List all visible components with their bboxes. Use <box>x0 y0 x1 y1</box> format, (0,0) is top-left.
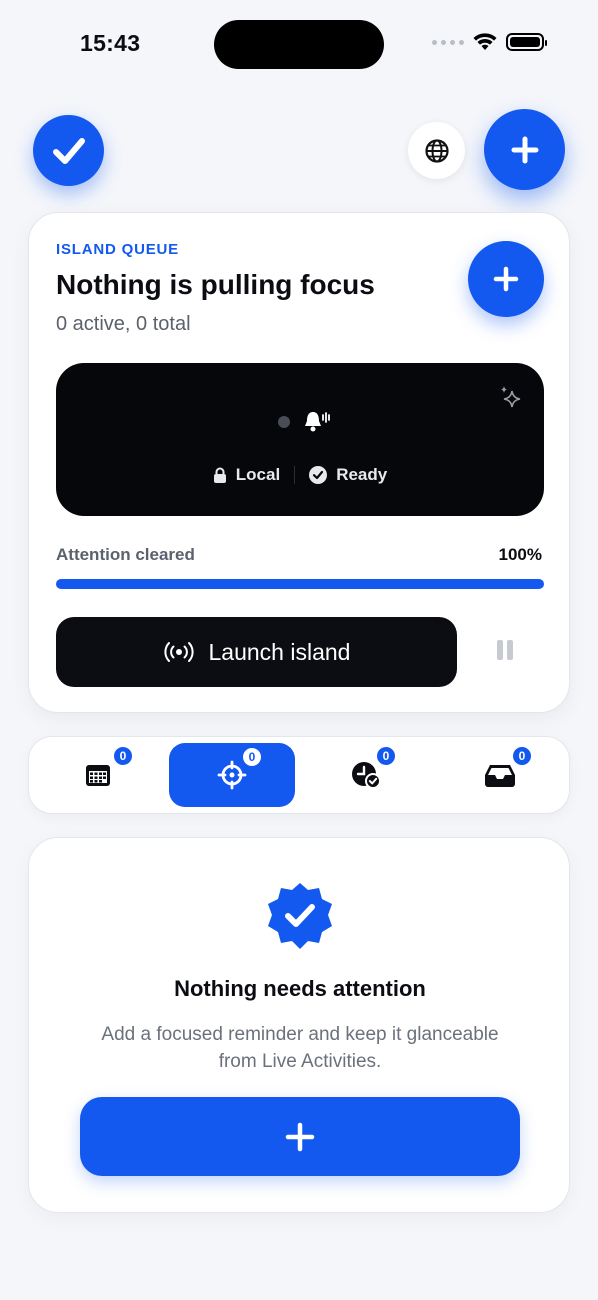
ready-label: Ready <box>336 465 388 484</box>
launch-island-button[interactable]: Launch island <box>56 617 457 687</box>
done-button[interactable] <box>33 115 104 186</box>
ready-status: Ready <box>309 465 387 485</box>
status-bar: 15:43 <box>0 0 598 90</box>
tab-focus[interactable]: 0 <box>169 743 295 807</box>
section-eyebrow: ISLAND QUEUE <box>56 241 179 258</box>
queue-count: 0 active, 0 total <box>56 313 191 335</box>
island-queue-card: ISLAND QUEUE Nothing is pulling focus 0 … <box>28 212 570 713</box>
queue-title: Nothing is pulling focus <box>56 269 375 300</box>
preview-status-row: Local Ready <box>56 465 544 485</box>
progress-fill <box>56 579 544 589</box>
inbox-icon <box>485 765 515 787</box>
add-reminder-large-button[interactable] <box>80 1097 520 1176</box>
check-circle-icon <box>309 466 328 484</box>
empty-description-line: from Live Activities. <box>218 1051 382 1072</box>
broadcast-icon <box>163 642 194 662</box>
bell-ringing-icon <box>305 412 330 432</box>
plus-icon <box>511 136 538 163</box>
empty-title: Nothing needs attention <box>174 976 426 1001</box>
status-icons <box>432 32 547 52</box>
progress-label: Attention cleared <box>56 545 195 564</box>
progress-value: 100% <box>498 545 542 564</box>
wifi-icon <box>473 33 497 50</box>
pause-icon-bar <box>507 640 513 660</box>
checkmark-icon <box>52 137 85 164</box>
filter-tab-bar: 0 0 0 0 <box>28 736 570 814</box>
add-button[interactable] <box>484 109 565 190</box>
clock-check-icon <box>352 762 381 789</box>
local-label: Local <box>235 465 281 484</box>
lock-icon <box>213 467 226 483</box>
battery-icon <box>506 33 547 51</box>
tab-badge: 0 <box>112 745 134 767</box>
pause-button[interactable] <box>493 640 517 664</box>
island-preview: Local Ready <box>56 363 544 516</box>
launch-label: Launch island <box>208 638 351 665</box>
target-icon <box>217 760 247 790</box>
pause-icon <box>497 640 503 660</box>
calendar-icon <box>86 765 110 786</box>
dynamic-island <box>214 20 384 69</box>
empty-description: Add a focused reminder and keep it glanc… <box>69 1021 531 1075</box>
tab-history[interactable]: 0 <box>303 743 429 807</box>
local-status: Local <box>213 465 280 485</box>
progress-bar <box>56 579 544 589</box>
verified-badge-icon <box>268 883 332 949</box>
tab-badge: 0 <box>241 746 263 768</box>
tab-inbox[interactable]: 0 <box>437 743 563 807</box>
tab-calendar[interactable]: 0 <box>35 743 161 807</box>
sparkle-icon <box>501 386 521 408</box>
divider <box>294 466 296 484</box>
add-reminder-button[interactable] <box>468 241 544 317</box>
globe-icon <box>424 138 449 163</box>
tab-badge: 0 <box>375 745 397 767</box>
status-time: 15:43 <box>80 30 141 56</box>
status-dot <box>278 416 290 428</box>
language-button[interactable] <box>408 122 465 179</box>
empty-state-card: Nothing needs attention Add a focused re… <box>28 837 570 1213</box>
tab-badge: 0 <box>511 745 533 767</box>
cellular-dots-icon <box>432 39 464 45</box>
empty-description-line: Add a focused reminder and keep it glanc… <box>101 1024 499 1045</box>
plus-icon <box>285 1122 315 1151</box>
plus-icon <box>493 266 519 292</box>
